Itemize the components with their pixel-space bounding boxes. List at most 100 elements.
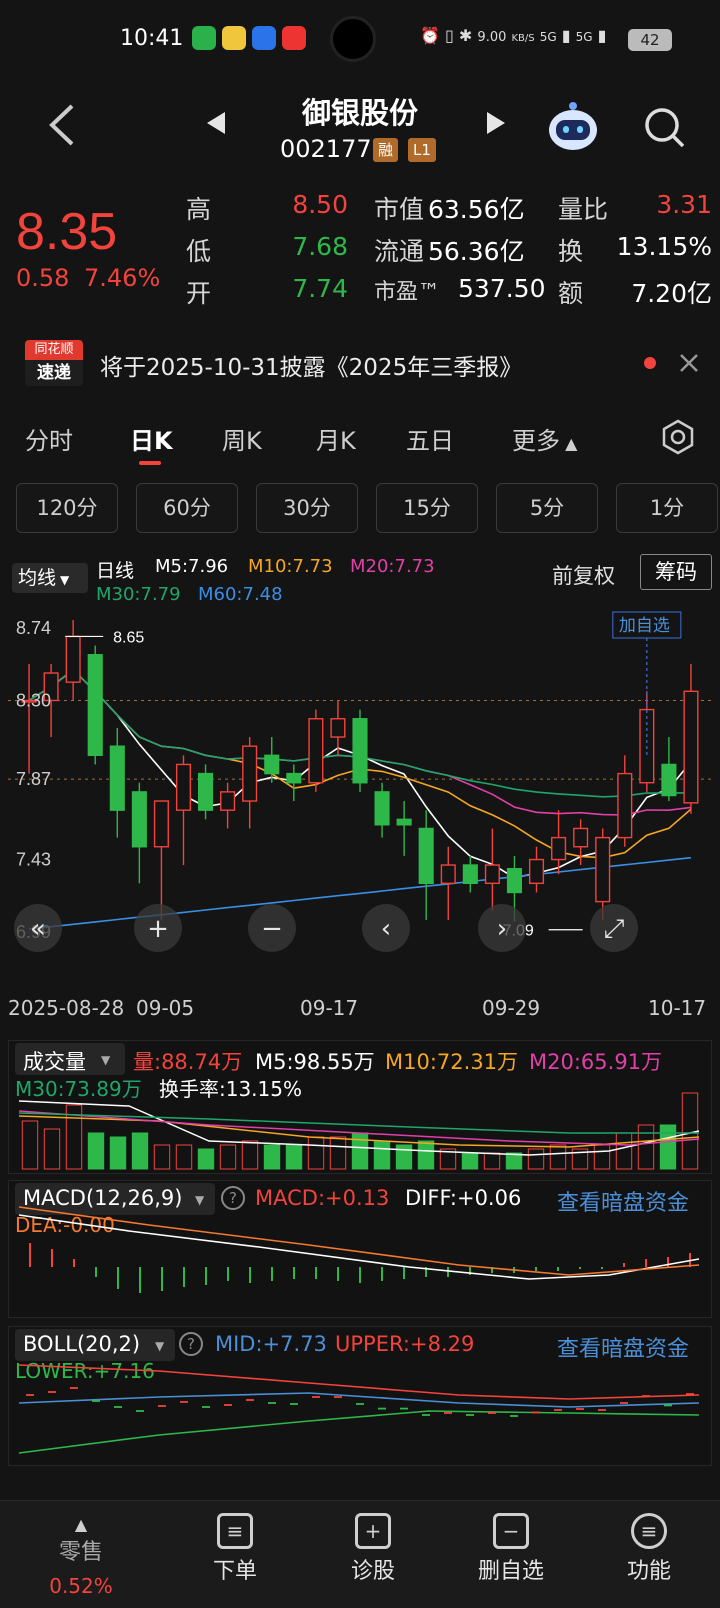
- diagnose-icon: +: [355, 1513, 391, 1549]
- volume-bar: [197, 1148, 215, 1170]
- candle-body: [573, 827, 589, 848]
- settings-hexagon-icon[interactable]: [660, 419, 696, 455]
- period-5min[interactable]: 5分: [496, 483, 598, 533]
- period-30min[interactable]: 30分: [256, 483, 358, 533]
- news-banner[interactable]: 同花顺 速递 将于2025-10-31披露《2025年三季报》: [0, 328, 720, 400]
- tab-weekly-k[interactable]: 周K: [222, 421, 262, 456]
- phone-icon: [252, 26, 276, 50]
- kline-chart[interactable]: 8.748.307.877.436.99 8.657.09加自选«+−‹›⤢: [8, 610, 712, 980]
- macd-panel[interactable]: MACD(12,26,9) ▼ ? MACD:+0.13 DIFF:+0.06 …: [8, 1180, 712, 1318]
- y-axis-label: 7.87: [16, 769, 51, 789]
- y-axis-label: 8.30: [16, 690, 51, 710]
- turnover-label: 换: [558, 237, 584, 266]
- volume-panel[interactable]: 成交量 ▼ 量:88.74万 M5:98.55万 M10:72.31万 M20:…: [8, 1040, 712, 1174]
- pe-value: 537.50: [458, 274, 546, 303]
- scroll-left-icon-glyph: ‹: [381, 914, 391, 944]
- ma-select[interactable]: 均线 ▼: [12, 563, 88, 593]
- float-value: 56.36亿: [428, 237, 525, 266]
- date-3: 09-17: [300, 996, 359, 1020]
- nav-remove-watch[interactable]: − 删自选: [456, 1513, 566, 1585]
- period-120min[interactable]: 120分: [16, 483, 118, 533]
- y-axis-labels: 8.748.307.877.436.99: [16, 618, 51, 942]
- zoom-in-icon-glyph: +: [147, 914, 169, 944]
- period-1min[interactable]: 1分: [616, 483, 718, 533]
- date-2: 09-05: [136, 996, 195, 1020]
- ma-select-label: 均线: [18, 567, 57, 589]
- boll-chart: [18, 1364, 700, 1454]
- news-text[interactable]: 将于2025-10-31披露《2025年三季报》: [100, 348, 522, 382]
- battery-icon: 42: [628, 29, 672, 51]
- tab-monthly-k[interactable]: 月K: [316, 421, 356, 456]
- bottom-nav: ▲ 零售 0.52% ≡ 下单 + 诊股 − 删自选 ≡ 功能: [0, 1500, 720, 1608]
- volume-bar: [263, 1144, 281, 1170]
- candle-body: [308, 718, 324, 784]
- nav-remove-watch-label: 删自选: [477, 1559, 544, 1584]
- amount-value: 7.20亿: [631, 279, 712, 308]
- tab-active-indicator: [139, 461, 161, 465]
- mktcap-label: 市值: [374, 195, 425, 224]
- next-stock-icon[interactable]: [485, 110, 507, 136]
- volratio-label: 量比: [558, 195, 609, 224]
- tab-five-day[interactable]: 五日: [406, 421, 454, 456]
- chip-distribution-button[interactable]: 筹码: [640, 554, 712, 590]
- candle-body: [661, 763, 677, 797]
- candle-body: [462, 864, 478, 885]
- boll-mid-line: [18, 1392, 700, 1408]
- minus-box-icon: −: [493, 1513, 529, 1549]
- nav-diagnose[interactable]: + 诊股: [318, 1513, 428, 1585]
- robot-assistant-icon[interactable]: [546, 100, 600, 154]
- nav-function[interactable]: ≡ 功能: [594, 1513, 704, 1585]
- volume-bar: [131, 1132, 149, 1170]
- amount-label: 额: [558, 279, 584, 308]
- volume-bar: [241, 1140, 259, 1170]
- candle-body: [506, 867, 522, 894]
- scroll-right-icon-glyph: ›: [497, 914, 507, 944]
- volume-bar: [593, 1144, 611, 1170]
- app-icon-red: [282, 26, 306, 50]
- macd-chart: [18, 1206, 700, 1293]
- close-icon[interactable]: [678, 352, 700, 374]
- tab-daily-k[interactable]: 日K: [130, 421, 173, 456]
- signal-label-1: 5G: [539, 30, 557, 44]
- volume-bar: [615, 1132, 633, 1170]
- candle-body: [374, 791, 390, 826]
- tab-minute[interactable]: 分时: [25, 421, 73, 456]
- volume-bar: [659, 1124, 677, 1170]
- candle-body: [175, 763, 192, 811]
- nav-function-label: 功能: [626, 1559, 671, 1584]
- date-start: 2025-08-28: [8, 996, 125, 1020]
- turnover-value: 13.15%: [616, 232, 712, 261]
- tab-more[interactable]: 更多 ▲: [512, 421, 577, 456]
- nav-diagnose-label: 诊股: [350, 1559, 395, 1584]
- volume-bar: [637, 1124, 655, 1170]
- legend-m5: M5:7.96: [155, 556, 229, 577]
- volume-bar: [285, 1144, 303, 1170]
- nav-retail-label: 零售: [58, 1540, 103, 1565]
- ma-lines: [28, 668, 692, 930]
- search-icon[interactable]: [643, 106, 687, 150]
- date-4: 09-29: [482, 996, 541, 1020]
- current-price: 8.35: [16, 203, 118, 261]
- vol-ma30-line: [18, 1112, 699, 1134]
- volume-bar: [109, 1136, 127, 1170]
- candle-body: [264, 754, 280, 775]
- alarm-icon: ⏰: [420, 26, 440, 45]
- legend-m30: M30:7.79: [96, 584, 181, 605]
- chevron-down-icon: ▼: [60, 573, 70, 587]
- nav-retail[interactable]: ▲ 零售 0.52%: [26, 1515, 136, 1598]
- volume-bar: [505, 1152, 523, 1170]
- high-label: 高: [186, 195, 212, 224]
- candle-body: [131, 791, 147, 848]
- candle-body: [87, 654, 103, 757]
- nav-order[interactable]: ≡ 下单: [180, 1513, 290, 1585]
- float-label: 流通: [374, 237, 425, 266]
- volume-bar: [153, 1144, 171, 1170]
- camera-notch: [330, 16, 376, 62]
- period-15min[interactable]: 15分: [376, 483, 478, 533]
- boll-panel[interactable]: BOLL(20,2) ▼ ? MID:+7.73 UPPER:+8.29 查看暗…: [8, 1326, 712, 1466]
- legend-m20: M20:7.73: [350, 556, 435, 577]
- period-60min[interactable]: 60分: [136, 483, 238, 533]
- dea-line: [18, 1206, 700, 1276]
- volume-bar: [417, 1140, 435, 1170]
- adjust-mode[interactable]: 前复权: [552, 560, 615, 590]
